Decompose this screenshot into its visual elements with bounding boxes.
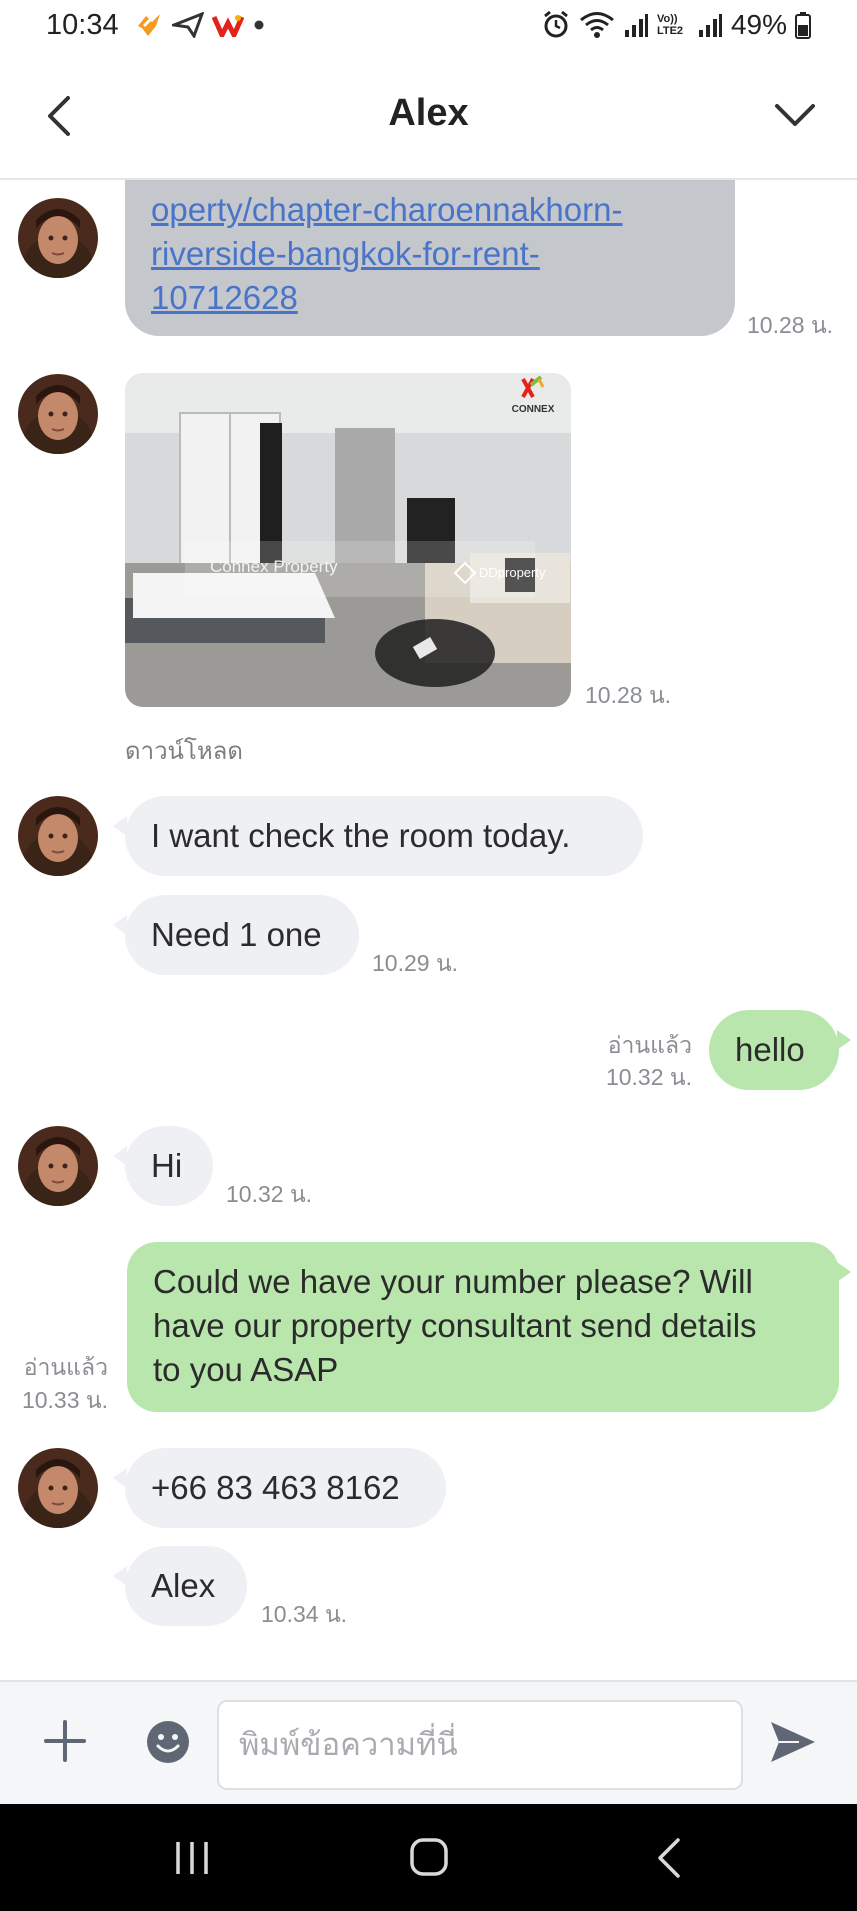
app-notification-icon xyxy=(138,14,160,36)
alarm-icon xyxy=(544,10,568,38)
chevron-down-icon xyxy=(775,104,815,126)
compose-bar xyxy=(0,1680,857,1804)
link-text-line[interactable]: operty/chapter-charoennakhorn- xyxy=(151,188,709,232)
system-back-button[interactable] xyxy=(656,1838,684,1878)
back-arrow-icon xyxy=(658,1838,680,1878)
photo-brand-mark: CONNEX xyxy=(512,404,555,415)
link-text-line[interactable]: 10712628 xyxy=(151,276,709,320)
avatar[interactable] xyxy=(18,1448,98,1528)
notification-icons xyxy=(134,12,266,38)
room-photo-image: CONNEX Connex Property DDproperty xyxy=(125,373,571,707)
recent-apps-button[interactable] xyxy=(172,1840,212,1876)
more-dot-icon xyxy=(254,20,264,30)
message-text: Alex xyxy=(151,1567,216,1604)
battery-percent: 49% xyxy=(730,9,787,40)
message-time: 10.32 น. xyxy=(226,1181,313,1207)
chat-menu-button[interactable] xyxy=(771,92,819,140)
message-time: 10.34 น. xyxy=(261,1601,348,1627)
message-time: 10.29 น. xyxy=(372,950,459,976)
incoming-message[interactable]: Alex xyxy=(113,1546,247,1626)
message-text: hello xyxy=(735,1031,805,1068)
chat-title: Alex xyxy=(388,92,469,134)
signal-icon-2 xyxy=(698,14,722,37)
plus-icon xyxy=(44,1720,86,1762)
message-text-line: to you ASAP xyxy=(153,1351,339,1388)
read-status: อ่านแล้ว xyxy=(23,1354,108,1380)
message-text: Need 1 one xyxy=(151,916,322,953)
chat-header: Alex xyxy=(0,56,857,180)
download-link[interactable]: ดาวน์โหลด xyxy=(125,731,243,770)
incoming-message[interactable]: +66 83 463 8162 xyxy=(113,1448,446,1528)
avatar[interactable] xyxy=(18,198,98,278)
avatar[interactable] xyxy=(18,796,98,876)
link-text-line[interactable]: riverside-bangkok-for-rent- xyxy=(151,232,709,276)
photo-watermark-text: Connex Property xyxy=(210,557,338,576)
status-time: 10:34 xyxy=(46,9,119,41)
message-time: 10.33 น. xyxy=(21,1387,108,1413)
message-text: +66 83 463 8162 xyxy=(151,1469,400,1506)
avatar-image xyxy=(18,1126,98,1206)
photo-watermark-site: DDproperty xyxy=(479,565,546,580)
incoming-message[interactable]: Need 1 one xyxy=(113,895,359,975)
message-time: 10.28 น. xyxy=(747,312,834,338)
link-message[interactable]: operty/chapter-charoennakhorn- riverside… xyxy=(125,180,735,336)
avatar[interactable] xyxy=(18,374,98,454)
message-input[interactable] xyxy=(217,1700,743,1790)
smiley-icon xyxy=(147,1721,189,1763)
outgoing-message[interactable]: hello xyxy=(709,1010,851,1090)
message-text: Hi xyxy=(151,1147,183,1184)
avatar-image xyxy=(18,796,98,876)
signal-icon-1 xyxy=(624,14,648,37)
home-button[interactable] xyxy=(410,1838,448,1876)
message-time: 10.28 น. xyxy=(585,682,672,708)
system-status: Vo)) LTE2 49% xyxy=(541,9,811,41)
volte-label: Vo)) LTE2 xyxy=(656,13,684,37)
message-list[interactable]: operty/chapter-charoennakhorn- riverside… xyxy=(0,180,857,1680)
send-icon xyxy=(771,1722,815,1762)
status-bar: 10:34 Vo)) LTE2 49% xyxy=(0,0,857,56)
send-button[interactable] xyxy=(769,1720,817,1764)
message-text: I want check the room today. xyxy=(151,817,571,854)
send-arrow-notification-icon xyxy=(172,12,204,38)
avatar[interactable] xyxy=(18,1126,98,1206)
recent-apps-icon xyxy=(176,1842,208,1874)
read-status: อ่านแล้ว xyxy=(607,1032,692,1058)
attach-button[interactable] xyxy=(44,1720,86,1762)
system-nav-bar xyxy=(0,1804,857,1911)
home-icon xyxy=(410,1838,448,1876)
message-text-line: have our property consultant send detail… xyxy=(153,1307,757,1344)
message-time: 10.32 น. xyxy=(605,1064,692,1090)
battery-icon xyxy=(795,12,811,39)
message-text-line: Could we have your number please? Will xyxy=(153,1263,753,1300)
avatar-image xyxy=(18,374,98,454)
wifi-icon xyxy=(580,12,614,38)
incoming-message[interactable]: I want check the room today. xyxy=(113,796,643,876)
room-photo[interactable]: CONNEX Connex Property DDproperty xyxy=(125,373,571,707)
shop-notification-icon xyxy=(212,15,244,37)
avatar-image xyxy=(18,198,98,278)
emoji-button[interactable] xyxy=(146,1720,190,1764)
outgoing-message[interactable]: Could we have your number please? Will h… xyxy=(127,1242,851,1412)
incoming-message[interactable]: Hi xyxy=(113,1126,213,1206)
avatar-image xyxy=(18,1448,98,1528)
